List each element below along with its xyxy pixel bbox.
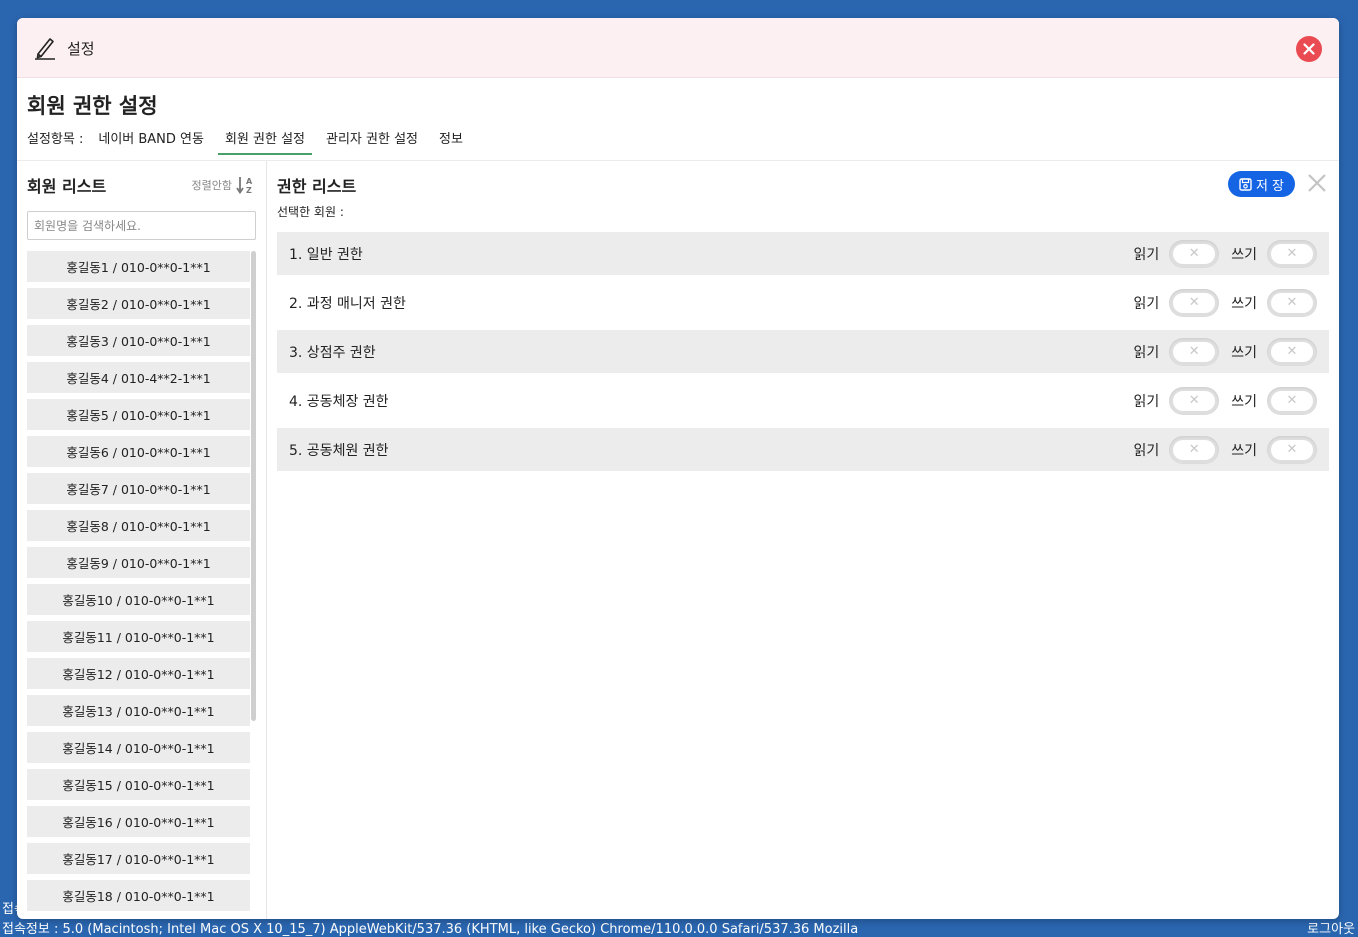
write-toggle[interactable]: ✕ — [1267, 288, 1317, 317]
member-item[interactable]: 홍길동2 / 010-0**0-1**1 — [27, 288, 250, 319]
toggle-off-icon: ✕ — [1173, 341, 1216, 362]
settings-tabs: 설정항목 : 네이버 BAND 연동 회원 권한 설정 관리자 권한 설정 정보 — [27, 126, 477, 155]
permission-label: 5. 공동체원 권한 — [289, 442, 389, 459]
write-toggle[interactable]: ✕ — [1267, 435, 1317, 464]
sort-label: 정렬안함 — [191, 179, 232, 192]
write-label: 쓰기 — [1231, 442, 1257, 459]
member-item[interactable]: 홍길동1 / 010-0**0-1**1 — [27, 251, 250, 282]
tab-naver-band[interactable]: 네이버 BAND 연동 — [91, 126, 211, 153]
tab-member-permission[interactable]: 회원 권한 설정 — [217, 126, 313, 155]
write-toggle[interactable]: ✕ — [1267, 239, 1317, 268]
permission-row: 2. 과정 매니저 권한 읽기 ✕ 쓰기 ✕ — [277, 281, 1329, 324]
toggle-off-icon: ✕ — [1271, 390, 1313, 411]
read-toggle[interactable]: ✕ — [1169, 435, 1220, 464]
member-list-scrollbar[interactable] — [251, 251, 256, 721]
read-toggle[interactable]: ✕ — [1169, 239, 1220, 268]
member-item[interactable]: 홍길동9 / 010-0**0-1**1 — [27, 547, 250, 578]
tab-admin-permission[interactable]: 관리자 권한 설정 — [319, 126, 425, 153]
write-label: 쓰기 — [1231, 246, 1257, 263]
tab-info[interactable]: 정보 — [432, 126, 470, 153]
toggle-off-icon: ✕ — [1173, 439, 1216, 460]
read-label: 읽기 — [1133, 344, 1160, 361]
status-bar: 접속정보 : 5.0 (Macintosh; Intel Mac OS X 10… — [0, 918, 1358, 937]
toggle-off-icon: ✕ — [1173, 243, 1216, 264]
member-item[interactable]: 홍길동4 / 010-4**2-1**1 — [27, 362, 250, 393]
toggle-off-icon: ✕ — [1271, 439, 1313, 460]
member-item[interactable]: 홍길동12 / 010-0**0-1**1 — [27, 658, 250, 689]
page-title: 회원 권한 설정 — [27, 94, 158, 118]
settings-modal: 설정 회원 권한 설정 설정항목 : 네이버 BAND 연동 회원 권한 설정 … — [17, 18, 1339, 919]
permission-panel: 권한 리스트 선택한 회원 : 저 장 1. 일반 권한 읽기 ✕ 쓰기 ✕ 2… — [267, 161, 1339, 919]
read-label: 읽기 — [1133, 442, 1160, 459]
write-toggle[interactable]: ✕ — [1267, 386, 1317, 415]
toggle-off-icon: ✕ — [1271, 341, 1313, 362]
tabs-label: 설정항목 : — [27, 132, 84, 147]
permission-row: 3. 상점주 권한 읽기 ✕ 쓰기 ✕ — [277, 330, 1329, 373]
member-search-input[interactable] — [27, 211, 256, 240]
permission-row: 4. 공동체장 권한 읽기 ✕ 쓰기 ✕ — [277, 379, 1329, 422]
permission-list-title: 권한 리스트 — [277, 177, 357, 196]
member-item[interactable]: 홍길동10 / 010-0**0-1**1 — [27, 584, 250, 615]
permission-list: 1. 일반 권한 읽기 ✕ 쓰기 ✕ 2. 과정 매니저 권한 읽기 ✕ 쓰기 … — [277, 232, 1329, 477]
member-item[interactable]: 홍길동3 / 010-0**0-1**1 — [27, 325, 250, 356]
member-item[interactable]: 홍길동6 / 010-0**0-1**1 — [27, 436, 250, 467]
save-label: 저 장 — [1255, 178, 1285, 194]
modal-title: 설정 — [67, 40, 95, 58]
member-item[interactable]: 홍길동15 / 010-0**0-1**1 — [27, 769, 250, 800]
read-label: 읽기 — [1133, 393, 1160, 410]
connection-info: 접속정보 : 5.0 (Macintosh; Intel Mac OS X 10… — [2, 922, 859, 937]
read-label: 읽기 — [1133, 295, 1160, 312]
sort-toggle[interactable]: 정렬안함 A Z — [192, 175, 256, 195]
member-item[interactable]: 홍길동11 / 010-0**0-1**1 — [27, 621, 250, 652]
svg-text:Z: Z — [246, 186, 252, 195]
member-item[interactable]: 홍길동17 / 010-0**0-1**1 — [27, 843, 250, 874]
svg-text:A: A — [246, 177, 253, 186]
toggle-off-icon: ✕ — [1271, 243, 1313, 264]
permission-label: 2. 과정 매니저 권한 — [289, 295, 406, 312]
member-item[interactable]: 홍길동13 / 010-0**0-1**1 — [27, 695, 250, 726]
permission-row: 5. 공동체원 권한 읽기 ✕ 쓰기 ✕ — [277, 428, 1329, 471]
read-toggle[interactable]: ✕ — [1169, 288, 1220, 317]
permission-label: 1. 일반 권한 — [289, 246, 363, 263]
write-label: 쓰기 — [1231, 344, 1257, 361]
read-label: 읽기 — [1133, 246, 1160, 263]
read-toggle[interactable]: ✕ — [1169, 337, 1220, 366]
member-item[interactable]: 홍길동8 / 010-0**0-1**1 — [27, 510, 250, 541]
member-list: 홍길동1 / 010-0**0-1**1 홍길동2 / 010-0**0-1**… — [27, 251, 256, 919]
member-item[interactable]: 홍길동14 / 010-0**0-1**1 — [27, 732, 250, 763]
write-label: 쓰기 — [1231, 295, 1257, 312]
member-item[interactable]: 홍길동18 / 010-0**0-1**1 — [27, 880, 250, 911]
toggle-off-icon: ✕ — [1173, 390, 1216, 411]
member-item[interactable]: 홍길동7 / 010-0**0-1**1 — [27, 473, 250, 504]
member-item[interactable]: 홍길동16 / 010-0**0-1**1 — [27, 806, 250, 837]
modal-header: 설정 — [17, 18, 1339, 78]
close-modal-button[interactable] — [1296, 36, 1322, 62]
write-toggle[interactable]: ✕ — [1267, 337, 1317, 366]
clear-icon[interactable] — [1307, 173, 1327, 193]
read-toggle[interactable]: ✕ — [1169, 386, 1220, 415]
pen-icon — [35, 38, 55, 60]
logout-link[interactable]: 로그아웃 — [1307, 918, 1355, 937]
permission-label: 4. 공동체장 권한 — [289, 393, 389, 410]
member-list-title: 회원 리스트 — [27, 177, 107, 196]
save-icon — [1239, 177, 1252, 191]
member-panel: 회원 리스트 정렬안함 A Z 홍길동1 / 010-0**0-1**1 홍길동… — [17, 161, 267, 919]
close-icon — [1303, 43, 1315, 55]
permission-row: 1. 일반 권한 읽기 ✕ 쓰기 ✕ — [277, 232, 1329, 275]
save-button[interactable]: 저 장 — [1228, 171, 1295, 197]
write-label: 쓰기 — [1231, 393, 1257, 410]
toggle-off-icon: ✕ — [1173, 292, 1216, 313]
sort-az-icon: A Z — [236, 177, 253, 195]
permission-label: 3. 상점주 권한 — [289, 344, 376, 361]
member-item[interactable]: 홍길동5 / 010-0**0-1**1 — [27, 399, 250, 430]
selected-member-label: 선택한 회원 : — [277, 205, 344, 219]
toggle-off-icon: ✕ — [1271, 292, 1313, 313]
